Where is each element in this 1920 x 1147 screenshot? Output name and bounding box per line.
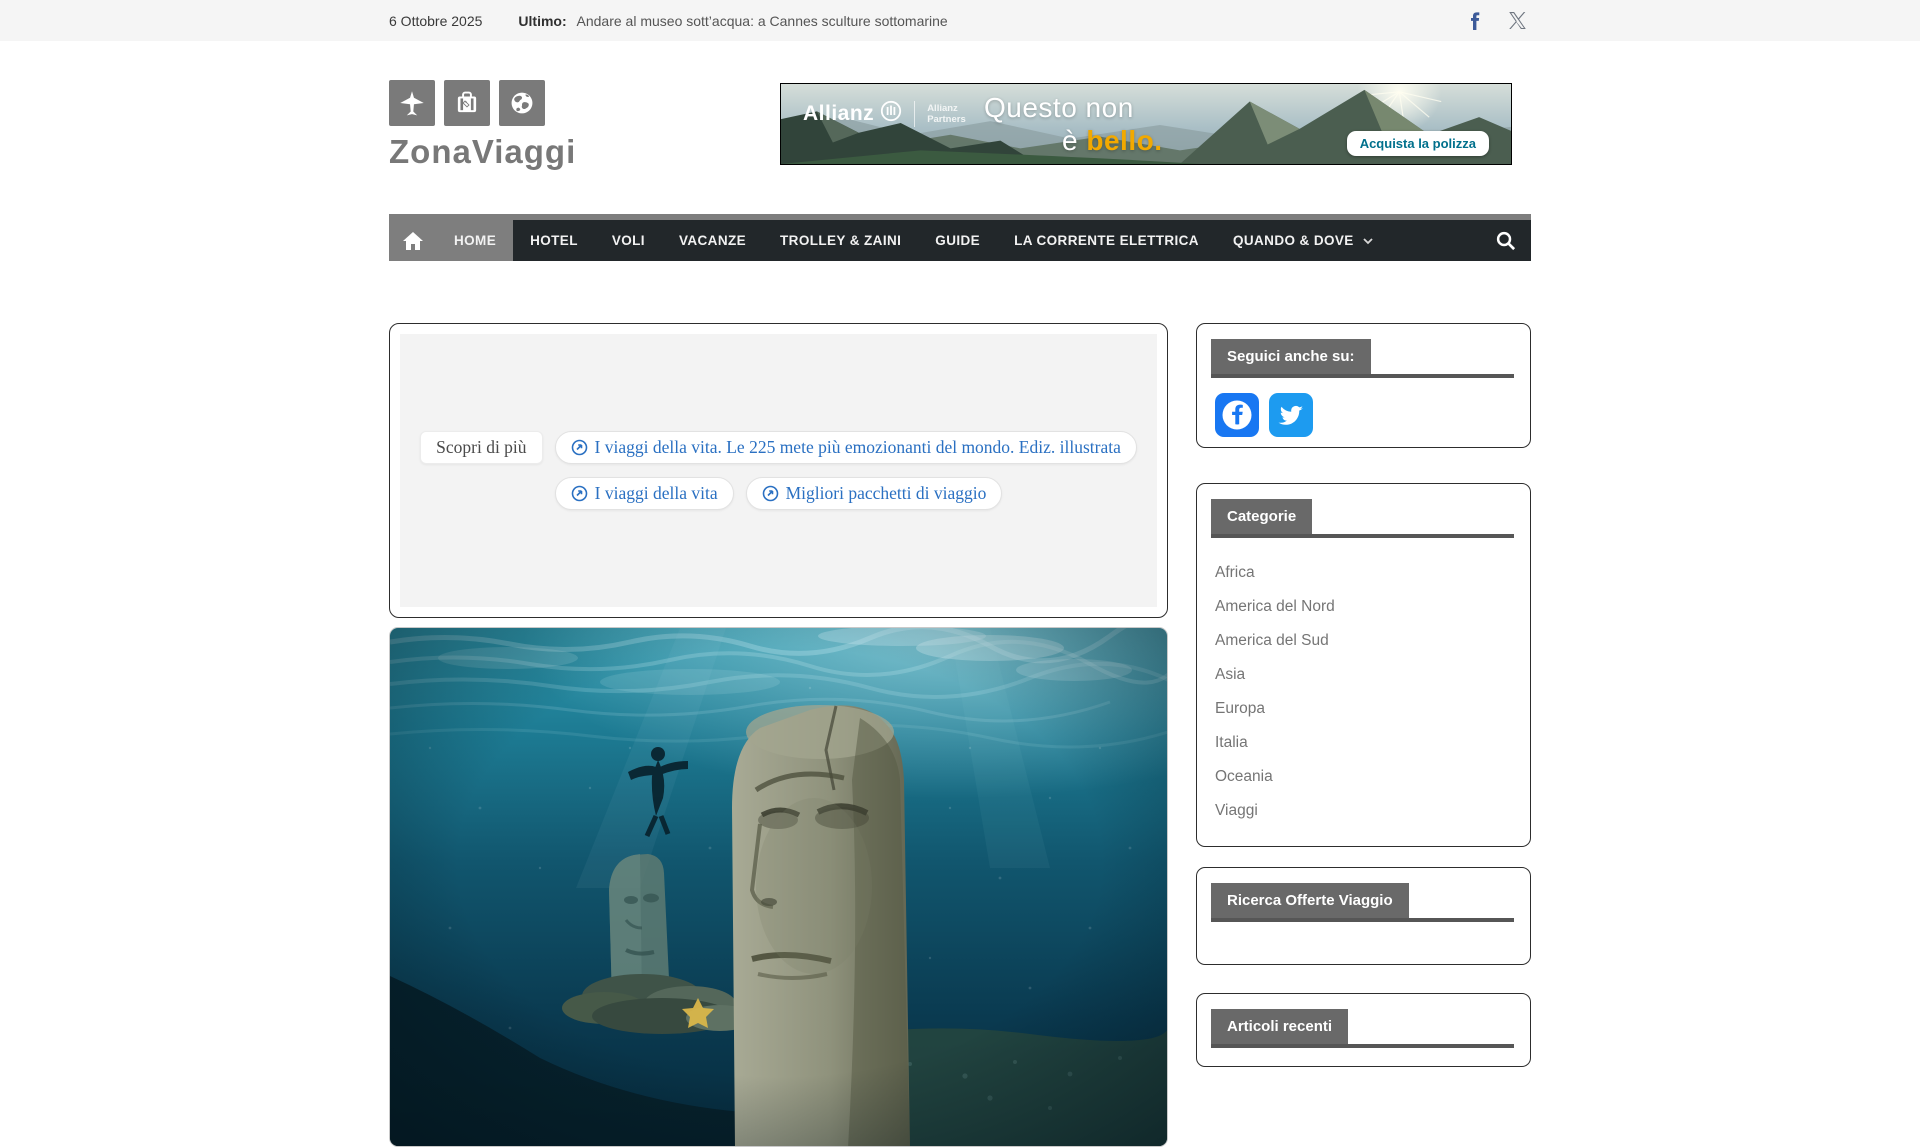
current-date: 6 Ottobre 2025 <box>389 13 482 29</box>
circle-arrow-icon <box>571 485 588 502</box>
site-title: ZonaViaggi <box>389 133 576 171</box>
circle-arrow-icon <box>762 485 779 502</box>
recent-articles-widget-title: Articoli recenti <box>1211 1009 1348 1044</box>
allianz-logo-text: Allianz <box>803 102 874 126</box>
article-hero-image[interactable] <box>389 627 1168 1147</box>
globe-icon <box>499 80 545 126</box>
nav-item-voli[interactable]: VOLI <box>595 220 662 261</box>
nav-item-corrente-elettrica[interactable]: LA CORRENTE ELETTRICA <box>997 220 1216 261</box>
categories-widget: Categorie Africa America del Nord Americ… <box>1196 483 1531 847</box>
product-link-2[interactable]: I viaggi della vita <box>555 477 734 510</box>
category-link-italia[interactable]: Italia <box>1215 734 1248 751</box>
category-link-oceania[interactable]: Oceania <box>1215 768 1273 785</box>
ad-banner[interactable]: Allianz Allianz Partners Questo non è be… <box>780 83 1512 165</box>
category-item: Viaggi <box>1215 794 1516 828</box>
category-link-viaggi[interactable]: Viaggi <box>1215 802 1258 819</box>
ad-cta-button[interactable]: Acquista la polizza <box>1347 131 1489 156</box>
facebook-icon[interactable] <box>1465 11 1485 31</box>
category-link-asia[interactable]: Asia <box>1215 666 1245 683</box>
search-button[interactable] <box>1479 220 1531 261</box>
category-item: Europa <box>1215 692 1516 726</box>
category-link-america-del-sud[interactable]: America del Sud <box>1215 632 1329 649</box>
x-icon[interactable] <box>1507 11 1527 31</box>
suitcase-icon <box>444 80 490 126</box>
allianz-partners-line2: Partners <box>927 114 966 125</box>
nav-item-quando-dove[interactable]: QUANDO & DOVE <box>1216 220 1392 261</box>
follow-widget: Seguici anche su: <box>1196 323 1531 448</box>
circle-arrow-icon <box>571 439 588 456</box>
facebook-social-icon[interactable] <box>1215 393 1259 437</box>
product-link-1[interactable]: I viaggi della vita. Le 225 mete più emo… <box>555 431 1137 464</box>
top-bar: 6 Ottobre 2025 Ultimo: Andare al museo s… <box>0 0 1920 41</box>
category-item: Asia <box>1215 658 1516 692</box>
latest-news: Ultimo: Andare al museo sott’acqua: a Ca… <box>518 13 947 29</box>
nav-item-home[interactable]: HOME <box>437 220 513 261</box>
chevron-down-icon <box>1361 234 1375 248</box>
plane-icon <box>389 80 435 126</box>
search-offers-widget-title: Ricerca Offerte Viaggio <box>1211 883 1409 918</box>
product-link-3[interactable]: Migliori pacchetti di viaggio <box>746 477 1003 510</box>
ad-headline-highlight: bello. <box>1086 125 1162 156</box>
product-links-area: Scopri di più I viaggi della vita. Le 22… <box>400 334 1157 607</box>
main-column: Scopri di più I viaggi della vita. Le 22… <box>389 323 1168 1147</box>
nav-item-guide[interactable]: GUIDE <box>918 220 997 261</box>
discover-label: Scopri di più <box>420 431 542 464</box>
category-item: America del Nord <box>1215 590 1516 624</box>
latest-label: Ultimo: <box>518 13 566 29</box>
category-link-africa[interactable]: Africa <box>1215 564 1255 581</box>
latest-article-link[interactable]: Andare al museo sott’acqua: a Cannes scu… <box>577 13 948 29</box>
category-item: Oceania <box>1215 760 1516 794</box>
search-offers-widget: Ricerca Offerte Viaggio <box>1196 867 1531 965</box>
category-item: America del Sud <box>1215 624 1516 658</box>
ad-divider <box>914 101 915 127</box>
home-icon-button[interactable] <box>389 220 437 261</box>
product-links-card: Scopri di più I viaggi della vita. Le 22… <box>389 323 1168 618</box>
site-header: ZonaViaggi <box>0 41 1920 214</box>
nav-item-trolley-zaini[interactable]: TROLLEY & ZAINI <box>763 220 918 261</box>
sidebar: Seguici anche su: Categorie <box>1196 323 1531 1067</box>
nav-item-hotel[interactable]: HOTEL <box>513 220 595 261</box>
categories-widget-title: Categorie <box>1211 499 1312 534</box>
ad-headline-line2: è bello. <box>1062 125 1162 157</box>
site-logo[interactable]: ZonaViaggi <box>389 80 576 171</box>
allianz-logo-mark <box>880 100 902 127</box>
twitter-social-icon[interactable] <box>1269 393 1313 437</box>
follow-widget-title: Seguici anche su: <box>1211 339 1371 374</box>
nav-item-vacanze[interactable]: VACANZE <box>662 220 763 261</box>
category-item: Italia <box>1215 726 1516 760</box>
category-item: Africa <box>1215 556 1516 590</box>
ad-headline-line1: Questo non <box>984 92 1134 124</box>
allianz-partners-line1: Allianz <box>927 103 966 114</box>
main-navigation: HOME HOTEL VOLI VACANZE TROLLEY & ZAINI … <box>389 214 1531 261</box>
allianz-brand: Allianz Allianz Partners <box>803 100 966 127</box>
category-link-europa[interactable]: Europa <box>1215 700 1265 717</box>
recent-articles-widget: Articoli recenti <box>1196 993 1531 1067</box>
category-link-america-del-nord[interactable]: America del Nord <box>1215 598 1335 615</box>
